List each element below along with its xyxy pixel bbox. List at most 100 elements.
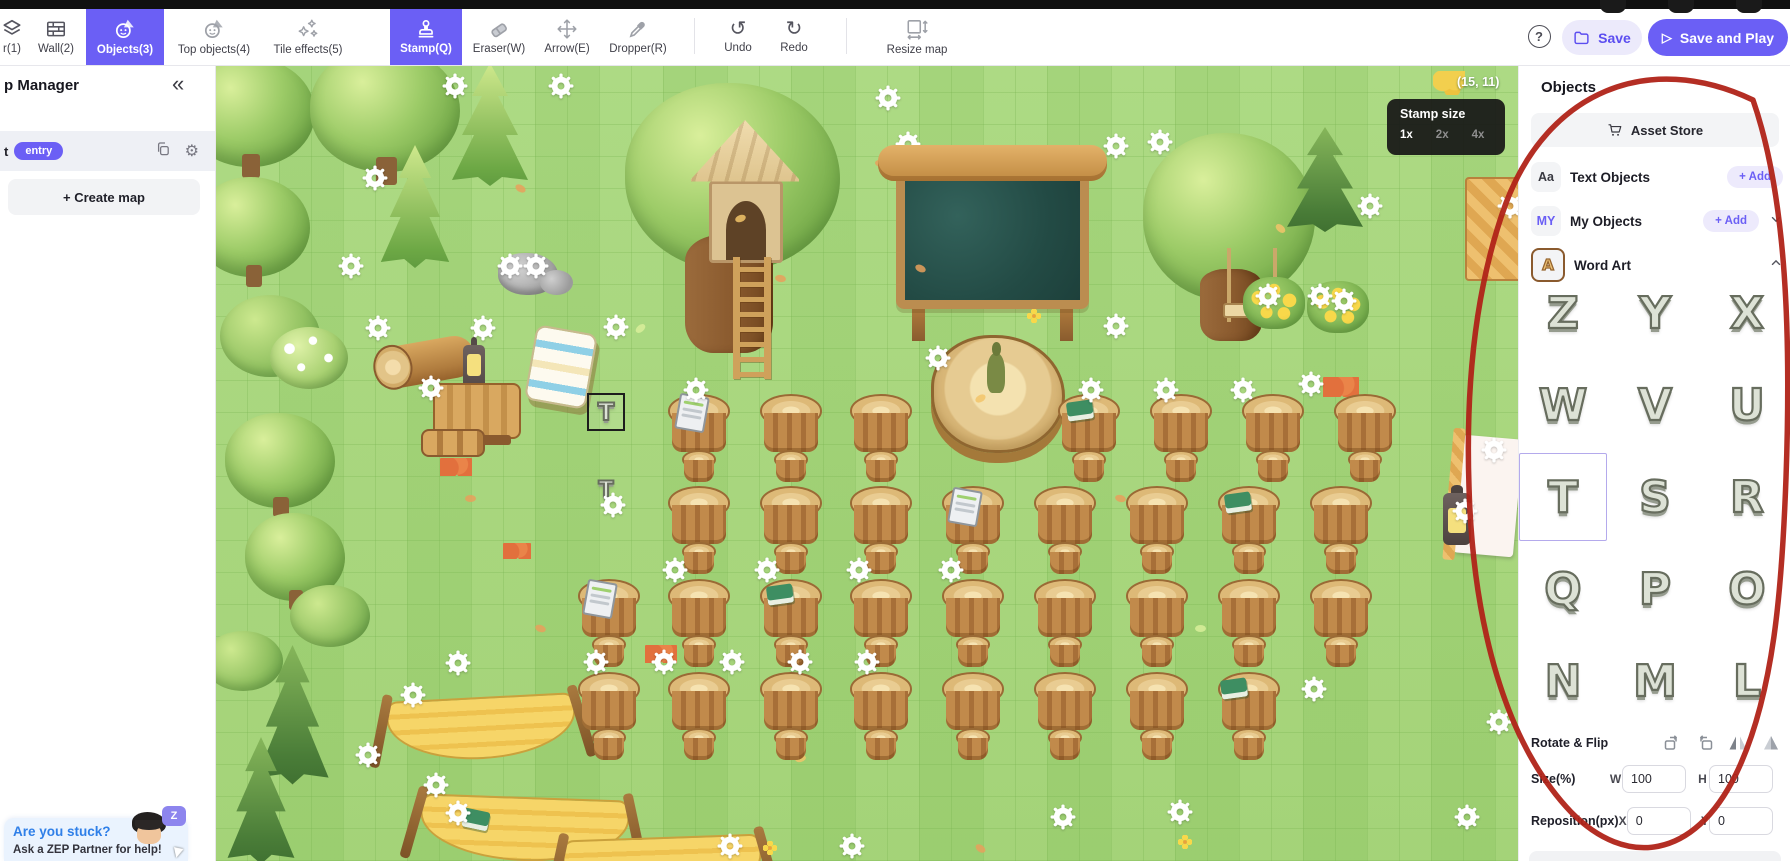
duplicate-map-icon[interactable] [155, 141, 171, 162]
chevron-up-icon[interactable] [1769, 256, 1783, 275]
object-settings-gear-badge[interactable] [442, 73, 468, 99]
object-settings-gear-badge[interactable] [1357, 193, 1383, 219]
object-settings-gear-badge[interactable] [925, 345, 951, 371]
object-settings-gear-badge[interactable] [470, 315, 496, 341]
help-button[interactable]: ? [1524, 21, 1554, 51]
tool-undo[interactable]: ↺ Undo [712, 8, 764, 65]
collapse-panel-icon[interactable]: « [172, 71, 184, 97]
word-art-letter-V[interactable]: V [1611, 361, 1699, 449]
section-word-art[interactable]: A Word Art [1531, 248, 1783, 282]
object-settings-gear-badge[interactable] [1452, 498, 1478, 524]
stamp-size-option-1x[interactable]: 1x [1400, 129, 1413, 141]
map-list-item[interactable]: t entry ⚙ [0, 131, 215, 171]
object-settings-gear-badge[interactable] [1167, 799, 1193, 825]
object-settings-gear-badge[interactable] [603, 314, 629, 340]
rotate-ccw-button[interactable] [1660, 731, 1684, 755]
object-settings-gear-badge[interactable] [875, 85, 901, 111]
object-settings-gear-badge[interactable] [1301, 676, 1327, 702]
object-settings-gear-badge[interactable] [1255, 283, 1281, 309]
object-settings-gear-badge[interactable] [445, 650, 471, 676]
asset-store-button[interactable]: Asset Store [1531, 113, 1779, 147]
object-settings-gear-badge[interactable] [754, 557, 780, 583]
object-settings-gear-badge[interactable] [1103, 313, 1129, 339]
tool-stamp[interactable]: Stamp(Q) [390, 8, 462, 65]
object-settings-gear-badge[interactable] [1050, 804, 1076, 830]
tool-eraser[interactable]: Eraser(W) [466, 8, 532, 65]
section-text-objects[interactable]: Aa Text Objects + Add [1531, 161, 1783, 193]
word-art-letter-N[interactable]: N [1519, 637, 1607, 725]
object-settings-gear-badge[interactable] [719, 649, 745, 675]
partner-help-card[interactable]: Are you stuck? Ask a ZEP Partner for hel… [4, 806, 188, 861]
tool-dropper[interactable]: Dropper(R) [602, 8, 674, 65]
save-and-play-button[interactable]: ▷ Save and Play [1648, 19, 1788, 56]
object-settings-gear-badge[interactable] [365, 315, 391, 341]
object-settings-gear-badge[interactable] [548, 73, 574, 99]
word-art-letter-T[interactable]: T [1519, 453, 1607, 541]
flip-vertical-button[interactable] [1759, 731, 1783, 755]
tool-top-objects[interactable]: Top objects(4) [170, 8, 258, 65]
object-settings-gear-badge[interactable] [787, 649, 813, 675]
word-art-letter-P[interactable]: P [1611, 545, 1699, 633]
object-settings-gear-badge[interactable] [338, 253, 364, 279]
object-settings-gear-badge[interactable] [583, 649, 609, 675]
object-settings-gear-badge[interactable] [1230, 377, 1256, 403]
size-height-input[interactable] [1709, 765, 1773, 793]
object-settings-gear-badge[interactable] [355, 742, 381, 768]
object-settings-gear-badge[interactable] [1307, 283, 1333, 309]
word-art-letter-Q[interactable]: Q [1519, 545, 1607, 633]
word-art-letter-Y[interactable]: Y [1611, 295, 1699, 357]
map-canvas[interactable]: (15, 11) Stamp size 1x 2x 4x TT [215, 65, 1518, 861]
object-settings-gear-badge[interactable] [1298, 371, 1324, 397]
object-settings-gear-badge[interactable] [1481, 437, 1507, 463]
word-art-letter-S[interactable]: S [1611, 453, 1699, 541]
add-text-object-button[interactable]: + Add [1727, 166, 1783, 188]
object-settings-gear-badge[interactable] [1497, 193, 1518, 219]
stamp-size-option-2x[interactable]: 2x [1436, 129, 1449, 141]
object-settings-gear-badge[interactable] [1153, 377, 1179, 403]
object-settings-gear-badge[interactable] [854, 649, 880, 675]
word-art-scroll-area[interactable]: Z Y X WV U T S R Q P O NM L [1519, 295, 1790, 727]
object-settings-gear-badge[interactable] [418, 375, 444, 401]
object-settings-gear-badge[interactable] [1454, 804, 1480, 830]
object-settings-gear-badge[interactable] [523, 253, 549, 279]
tool-wall[interactable]: Wall(2) [26, 8, 86, 65]
object-settings-gear-badge[interactable] [662, 557, 688, 583]
word-art-letter-X[interactable]: X [1703, 295, 1790, 357]
word-art-letter-O[interactable]: O [1703, 545, 1790, 633]
tool-resize-map[interactable]: Resize map [870, 8, 964, 65]
stamp-size-option-4x[interactable]: 4x [1472, 129, 1485, 141]
reposition-y-input[interactable] [1709, 807, 1773, 835]
tool-arrow[interactable]: Arrow(E) [536, 8, 598, 65]
tool-tile-effects[interactable]: Tile effects(5) [262, 8, 354, 65]
object-settings-gear-badge[interactable] [1103, 133, 1129, 159]
add-my-object-button[interactable]: + Add [1703, 210, 1759, 232]
size-width-input[interactable] [1622, 765, 1686, 793]
word-art-letter-W[interactable]: W [1519, 361, 1607, 449]
object-settings-gear-badge[interactable] [683, 377, 709, 403]
tool-redo[interactable]: ↻ Redo [768, 8, 820, 65]
object-settings-gear-badge[interactable] [839, 833, 865, 859]
save-button[interactable]: Save [1562, 20, 1642, 55]
tool-objects[interactable]: Objects(3) [86, 8, 164, 65]
flip-horizontal-button[interactable] [1726, 731, 1750, 755]
word-art-letter-R[interactable]: R [1703, 453, 1790, 541]
object-settings-gear-badge[interactable] [600, 492, 626, 518]
object-settings-gear-badge[interactable] [362, 165, 388, 191]
object-settings-gear-badge[interactable] [1078, 377, 1104, 403]
map-settings-gear-icon[interactable]: ⚙ [185, 141, 199, 161]
object-settings-gear-badge[interactable] [1147, 129, 1173, 155]
object-settings-gear-badge[interactable] [846, 557, 872, 583]
object-settings-gear-badge[interactable] [1486, 709, 1512, 735]
object-settings-gear-badge[interactable] [1331, 288, 1357, 314]
object-settings-gear-badge[interactable] [423, 772, 449, 798]
object-settings-gear-badge[interactable] [445, 800, 471, 826]
object-settings-gear-badge[interactable] [497, 253, 523, 279]
word-art-letter-U[interactable]: U [1703, 361, 1790, 449]
object-settings-gear-badge[interactable] [400, 682, 426, 708]
object-settings-gear-badge[interactable] [938, 557, 964, 583]
word-art-letter-L[interactable]: L [1703, 637, 1790, 725]
rotate-cw-button[interactable] [1693, 731, 1717, 755]
section-my-objects[interactable]: MY My Objects + Add [1531, 205, 1783, 237]
reposition-x-input[interactable] [1626, 807, 1691, 835]
object-settings-gear-badge[interactable] [717, 833, 743, 859]
